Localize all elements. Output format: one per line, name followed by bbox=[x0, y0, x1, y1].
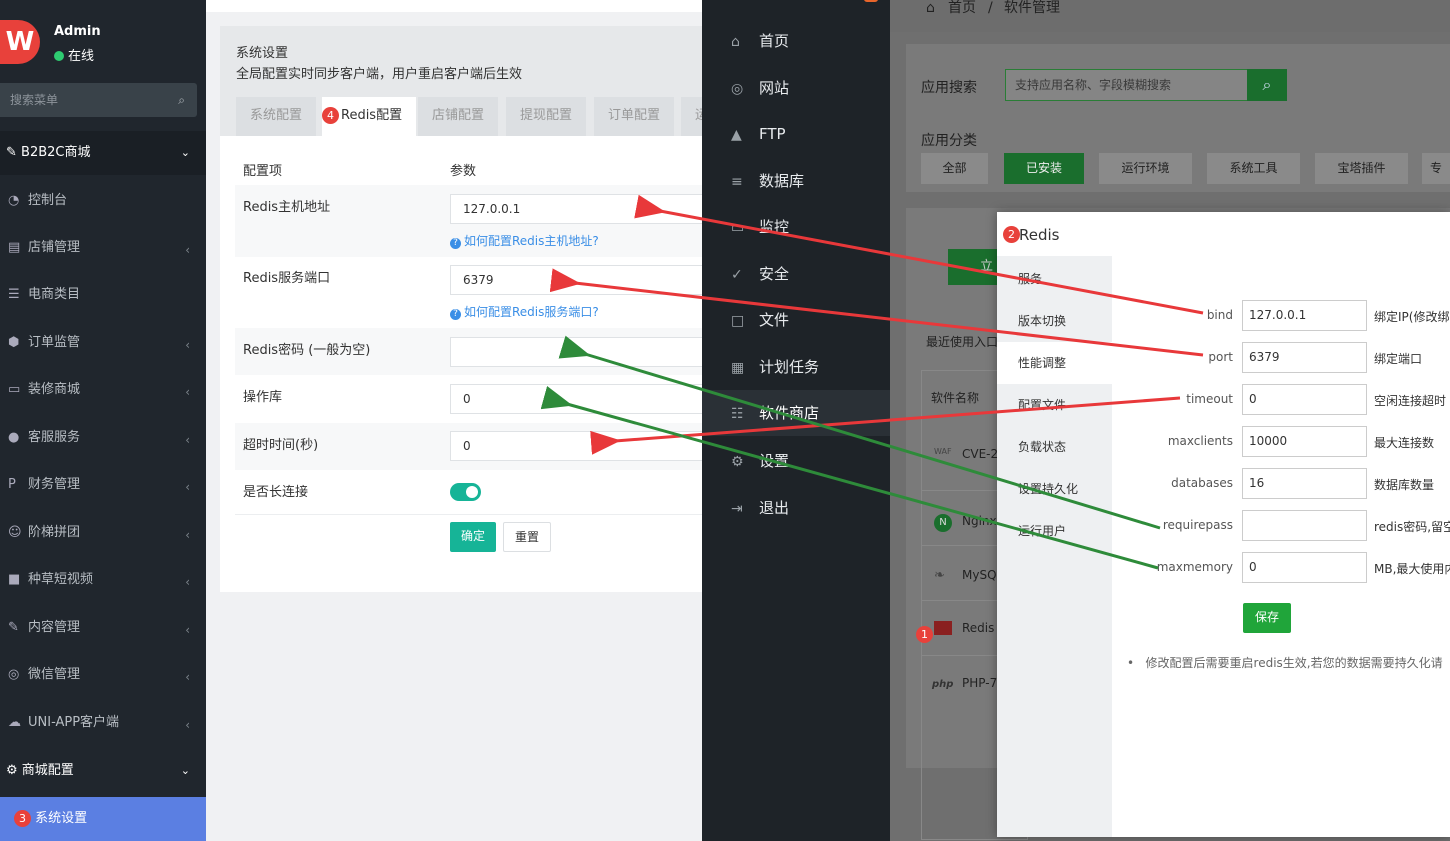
annotation-arrows bbox=[540, 194, 1204, 570]
arrow-maxmemory-to-database bbox=[540, 386, 1159, 570]
arrow-bind-to-host bbox=[634, 194, 1204, 315]
arrow-timeout-to-timeout bbox=[590, 396, 1181, 455]
arrow-requirepass-to-password bbox=[558, 335, 1161, 530]
